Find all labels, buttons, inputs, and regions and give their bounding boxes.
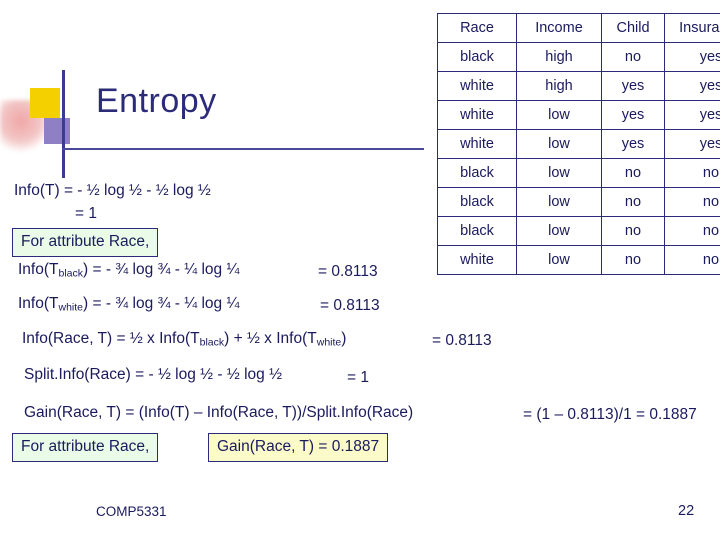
cell-child: no — [601, 42, 665, 72]
cell-child: yes — [601, 100, 665, 130]
cell-child: yes — [601, 71, 665, 101]
decorative-shapes — [0, 70, 110, 180]
info-race-expression: Info(Race, T) = ½ x Info(Tblack) + ½ x I… — [22, 330, 347, 349]
info-t-line2: = 1 — [75, 205, 97, 222]
cell-race: white — [437, 245, 517, 275]
cell-child: yes — [601, 129, 665, 159]
column-header-income: Income — [516, 13, 602, 43]
footer-page-number: 22 — [678, 503, 695, 519]
cell-child: no — [601, 158, 665, 188]
cell-insurance: no — [664, 245, 720, 275]
cell-race: black — [437, 158, 517, 188]
cell-child: no — [601, 216, 665, 246]
cell-race: white — [437, 71, 517, 101]
table-row: white low yes yes — [437, 100, 720, 130]
box-gain-result: Gain(Race, T) = 0.1887 — [208, 433, 389, 462]
vertical-rule — [62, 70, 65, 178]
column-header-insurance: Insurance — [664, 13, 720, 43]
cell-income: low — [516, 100, 602, 130]
footer-course-code: COMP5331 — [96, 504, 167, 519]
splitinfo-value: = 1 — [347, 369, 369, 386]
gain-expression: Gain(Race, T) = (Info(T) – Info(Race, T)… — [24, 404, 414, 421]
table-row: black high no yes — [437, 42, 720, 72]
cell-insurance: yes — [664, 71, 720, 101]
cell-child: no — [601, 187, 665, 217]
cell-income: low — [516, 129, 602, 159]
box-for-attribute-race-1: For attribute Race, — [12, 228, 159, 257]
yellow-square — [30, 88, 60, 118]
splitinfo-expression: Split.Info(Race) = - ½ log ½ - ½ log ½ — [24, 366, 283, 383]
cell-race: black — [437, 187, 517, 217]
cell-insurance: no — [664, 216, 720, 246]
page-title: Entropy — [96, 82, 217, 120]
table-header-row: Race Income Child Insurance — [437, 13, 720, 43]
info-black-expression: Info(Tblack) = - ¾ log ¾ - ¼ log ¼ — [18, 261, 240, 280]
table-row: black low no no — [437, 216, 720, 246]
cell-insurance: no — [664, 187, 720, 217]
cell-insurance: yes — [664, 42, 720, 72]
cell-income: low — [516, 187, 602, 217]
insurance-data-table: Race Income Child Insurance black high n… — [437, 13, 720, 275]
box-for-attribute-race-2: For attribute Race, — [12, 433, 159, 462]
purple-square — [44, 118, 70, 144]
cell-race: white — [437, 100, 517, 130]
cell-insurance: no — [664, 158, 720, 188]
column-header-race: Race — [437, 13, 517, 43]
cell-income: low — [516, 216, 602, 246]
cell-race: white — [437, 129, 517, 159]
table-row: white low yes yes — [437, 129, 720, 159]
info-t-line1: Info(T) = - ½ log ½ - ½ log ½ — [14, 182, 211, 199]
table-row: black low no no — [437, 158, 720, 188]
cell-race: black — [437, 216, 517, 246]
cell-insurance: yes — [664, 129, 720, 159]
table-row: white low no no — [437, 245, 720, 275]
title-underline — [62, 148, 424, 150]
cell-income: low — [516, 158, 602, 188]
cell-income: high — [516, 71, 602, 101]
column-header-child: Child — [601, 13, 665, 43]
info-white-value: = 0.8113 — [320, 297, 380, 314]
cell-race: black — [437, 42, 517, 72]
info-race-value: = 0.8113 — [432, 332, 492, 349]
cell-insurance: yes — [664, 100, 720, 130]
gain-value: = (1 – 0.8113)/1 = 0.1887 — [523, 406, 697, 423]
table-row: black low no no — [437, 187, 720, 217]
table-row: white high yes yes — [437, 71, 720, 101]
cell-income: high — [516, 42, 602, 72]
info-white-expression: Info(Twhite) = - ¾ log ¾ - ¼ log ¼ — [18, 295, 240, 314]
cell-income: low — [516, 245, 602, 275]
cell-child: no — [601, 245, 665, 275]
info-black-value: = 0.8113 — [318, 263, 378, 280]
